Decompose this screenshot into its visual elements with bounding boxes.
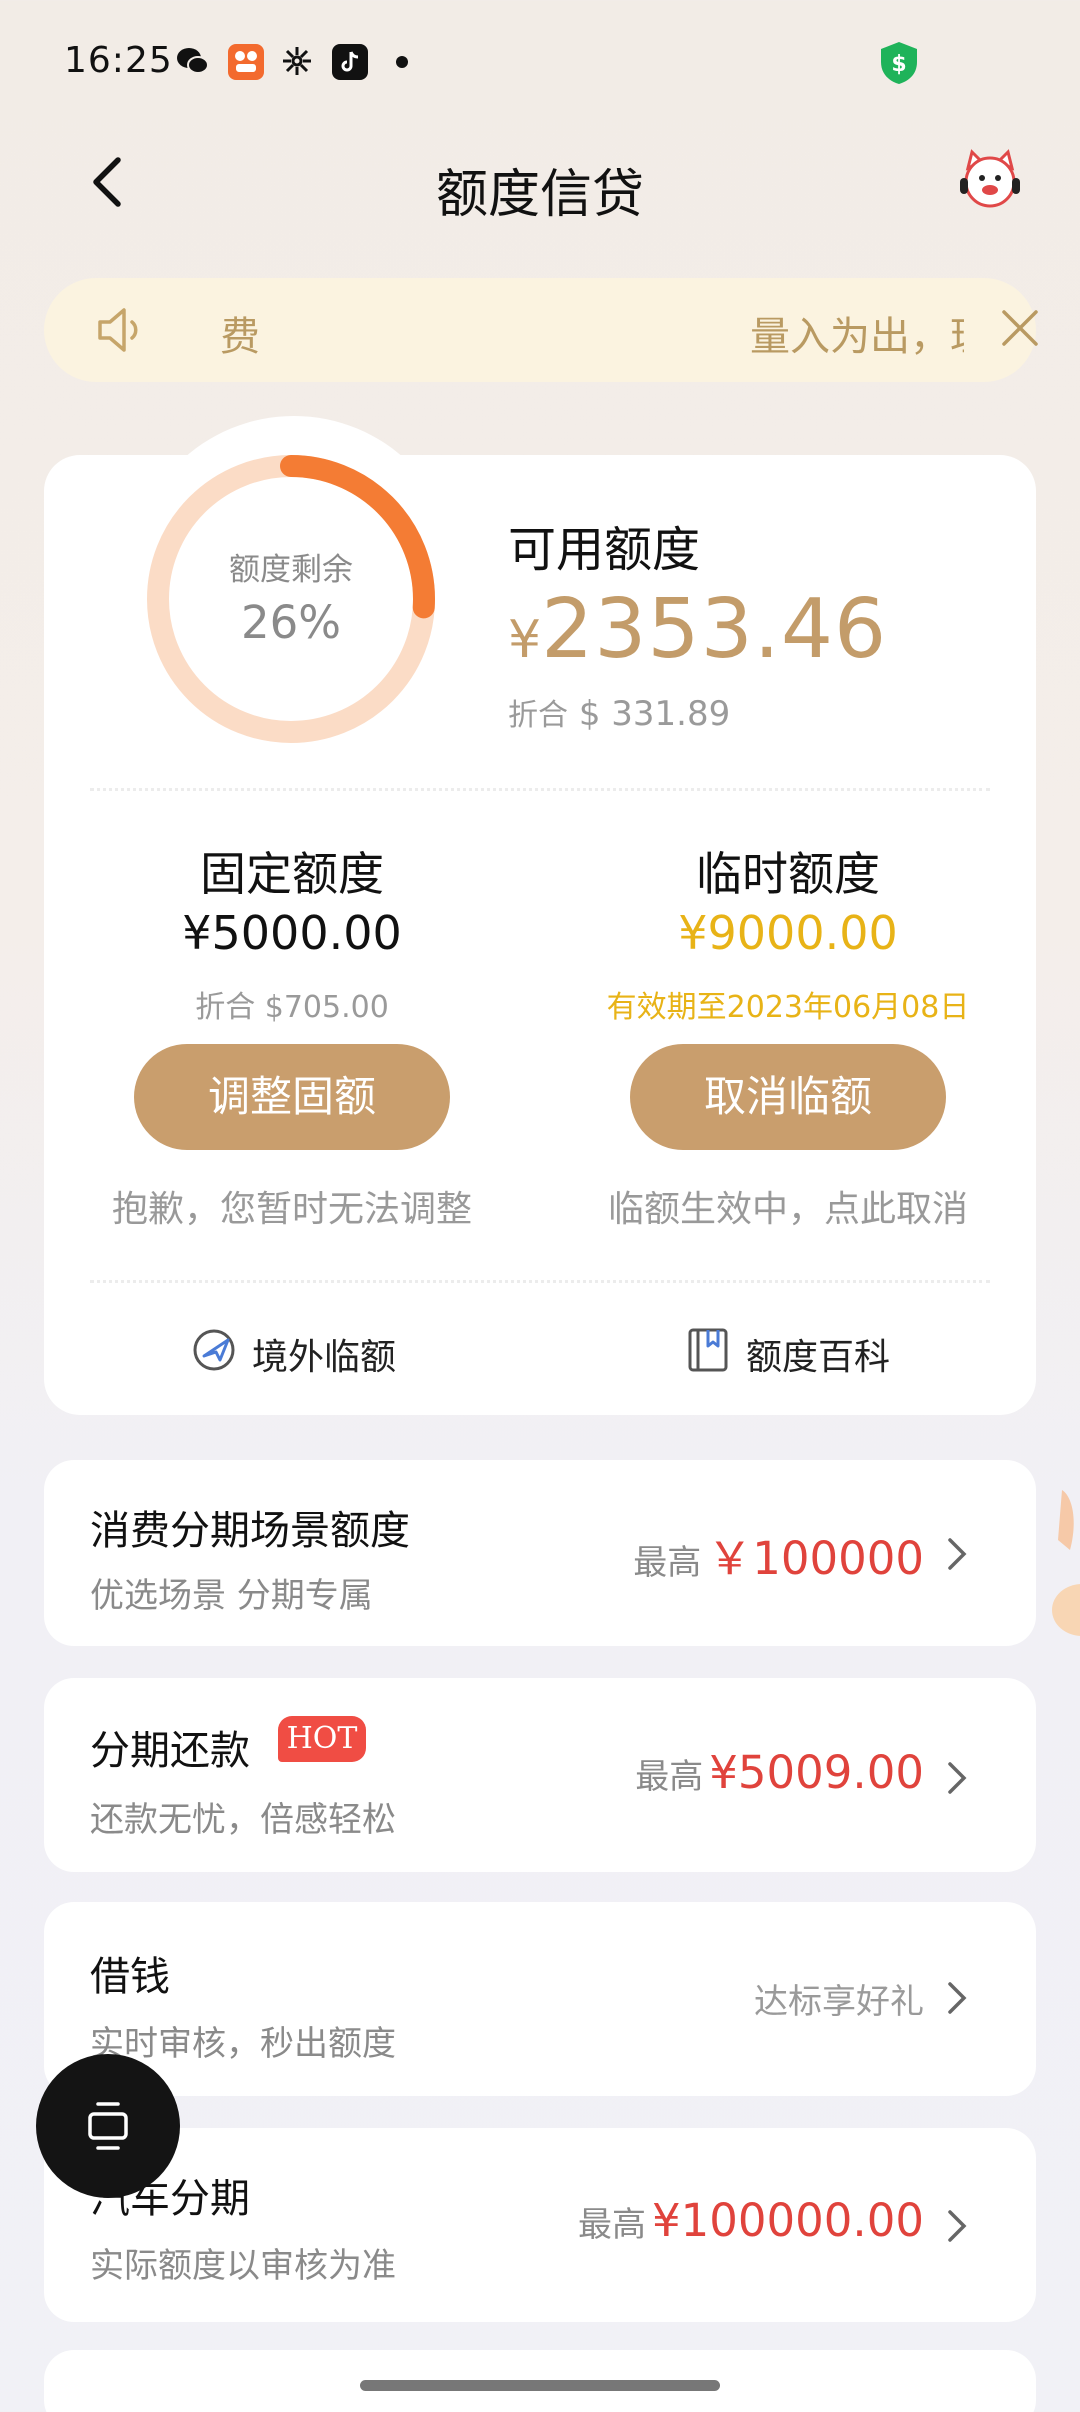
- converted-amount: 折合 $ 331.89: [508, 690, 730, 734]
- divider: [90, 788, 990, 791]
- overseas-quota-label: 境外临额: [252, 1337, 397, 1378]
- chevron-right-icon: [948, 1982, 967, 2014]
- adjust-fixed-button[interactable]: 调整固额: [134, 1044, 450, 1150]
- notice-text-right: 量入为出，理性消费: [750, 314, 964, 360]
- list-item-amount: ￥100000: [707, 1532, 924, 1585]
- close-icon[interactable]: [1000, 308, 1040, 348]
- overseas-quota-link[interactable]: 境外临额: [190, 1322, 430, 1378]
- quota-encyclopedia-link[interactable]: 额度百科: [684, 1322, 924, 1378]
- temp-quota-expiry: 有效期至2023年06月08日: [606, 990, 970, 1025]
- list-item-subtitle: 优选场景 分期专属: [90, 1576, 373, 1616]
- floating-rotate-button[interactable]: [36, 2054, 180, 2198]
- list-item-subtitle: 实时审核，秒出额度: [90, 2024, 396, 2064]
- list-item-title: 分期还款: [90, 1728, 250, 1774]
- list-item-value: 最高 ￥100000: [633, 1522, 924, 1587]
- book-icon: [688, 1328, 728, 1372]
- notification-dot-icon: [396, 56, 408, 68]
- chevron-right-icon: [948, 2210, 967, 2242]
- status-time: 16:25: [64, 40, 173, 81]
- list-item-subtitle: 实际额度以审核为准: [90, 2246, 396, 2286]
- plane-globe-icon: [193, 1329, 235, 1371]
- list-item-amount: ¥5009.00: [709, 1746, 924, 1799]
- temp-quota-amount: ¥9000.00: [678, 906, 898, 960]
- speaker-icon: [98, 308, 138, 352]
- list-item-prefix: 最高: [578, 2205, 647, 2245]
- app-icon: [228, 44, 264, 80]
- tiktok-icon: [332, 44, 368, 80]
- fixed-quota-label: 固定额度: [200, 847, 384, 901]
- list-item-value: 最高 ¥5009.00: [635, 1746, 924, 1799]
- divider: [90, 1280, 990, 1283]
- quota-encyclopedia-label: 额度百科: [746, 1337, 891, 1378]
- customer-service-icon[interactable]: [952, 144, 1028, 220]
- list-item-value: 达标享好礼: [754, 1974, 924, 2023]
- cancel-temp-button[interactable]: 取消临额: [630, 1044, 946, 1150]
- header: 额度信贷: [0, 124, 1080, 240]
- converted-symbol: $: [578, 694, 601, 734]
- available-amount-value: 2353.46: [541, 582, 888, 677]
- wechat-icon: [177, 48, 209, 74]
- temp-quota-label: 临时额度: [696, 847, 880, 901]
- list-item-title: 借钱: [90, 1954, 170, 2000]
- list-item-value: 最高 ¥100000.00: [578, 2194, 924, 2247]
- list-item-consumer-installment[interactable]: 消费分期场景额度 优选场景 分期专属 最高 ￥100000: [44, 1460, 1036, 1646]
- svg-text:$: $: [891, 52, 906, 77]
- list-item-prefix: 最高: [635, 1757, 704, 1797]
- list-item-prefix: 最高: [633, 1543, 702, 1583]
- notice-banner[interactable]: 费 量入为出，理性消费: [44, 278, 1038, 382]
- rotate-screen-icon: [88, 2102, 128, 2150]
- converted-label: 折合: [508, 698, 568, 733]
- available-label: 可用额度: [508, 522, 701, 578]
- flower-icon: [283, 47, 311, 75]
- list-item-promo: 达标享好礼: [754, 1982, 924, 2022]
- fixed-quota-amount: ¥5000.00: [182, 906, 402, 960]
- fixed-quota-converted: 折合 $705.00: [195, 990, 389, 1025]
- ring-label: 额度剩余: [229, 552, 353, 588]
- home-indicator[interactable]: [360, 2380, 720, 2391]
- chevron-right-icon: [948, 1762, 967, 1794]
- list-item-amount: ¥100000.00: [652, 2194, 924, 2247]
- list-item-installment-repay[interactable]: 分期还款 HOT 还款无忧，倍感轻松 最高 ¥5009.00: [44, 1678, 1036, 1872]
- hot-badge: HOT: [278, 1716, 366, 1762]
- list-item-title: 消费分期场景额度: [90, 1508, 410, 1554]
- chevron-right-icon: [948, 1538, 967, 1570]
- list-item-subtitle: 还款无忧，倍感轻松: [90, 1800, 396, 1840]
- currency-symbol: ¥: [508, 610, 542, 670]
- shield-dollar-icon: $: [881, 42, 917, 84]
- notice-text-left: 费: [220, 314, 260, 360]
- floating-mascot-icon[interactable]: [1048, 1480, 1080, 1650]
- ring-percent: 26%: [240, 596, 342, 649]
- status-bar: 16:25 $: [0, 0, 1080, 124]
- fixed-quota-hint: 抱歉，您暂时无法调整: [111, 1189, 472, 1230]
- temp-quota-hint[interactable]: 临额生效中，点此取消: [578, 1180, 998, 1232]
- list-item-borrow[interactable]: 借钱 实时审核，秒出额度 达标享好礼: [44, 1902, 1036, 2096]
- page-title: 额度信贷: [435, 165, 644, 225]
- converted-value: 331.89: [611, 694, 731, 734]
- available-amount: ¥2353.46: [508, 582, 887, 677]
- list-item-car-installment[interactable]: 汽车分期 实际额度以审核为准 最高 ¥100000.00: [44, 2128, 1036, 2322]
